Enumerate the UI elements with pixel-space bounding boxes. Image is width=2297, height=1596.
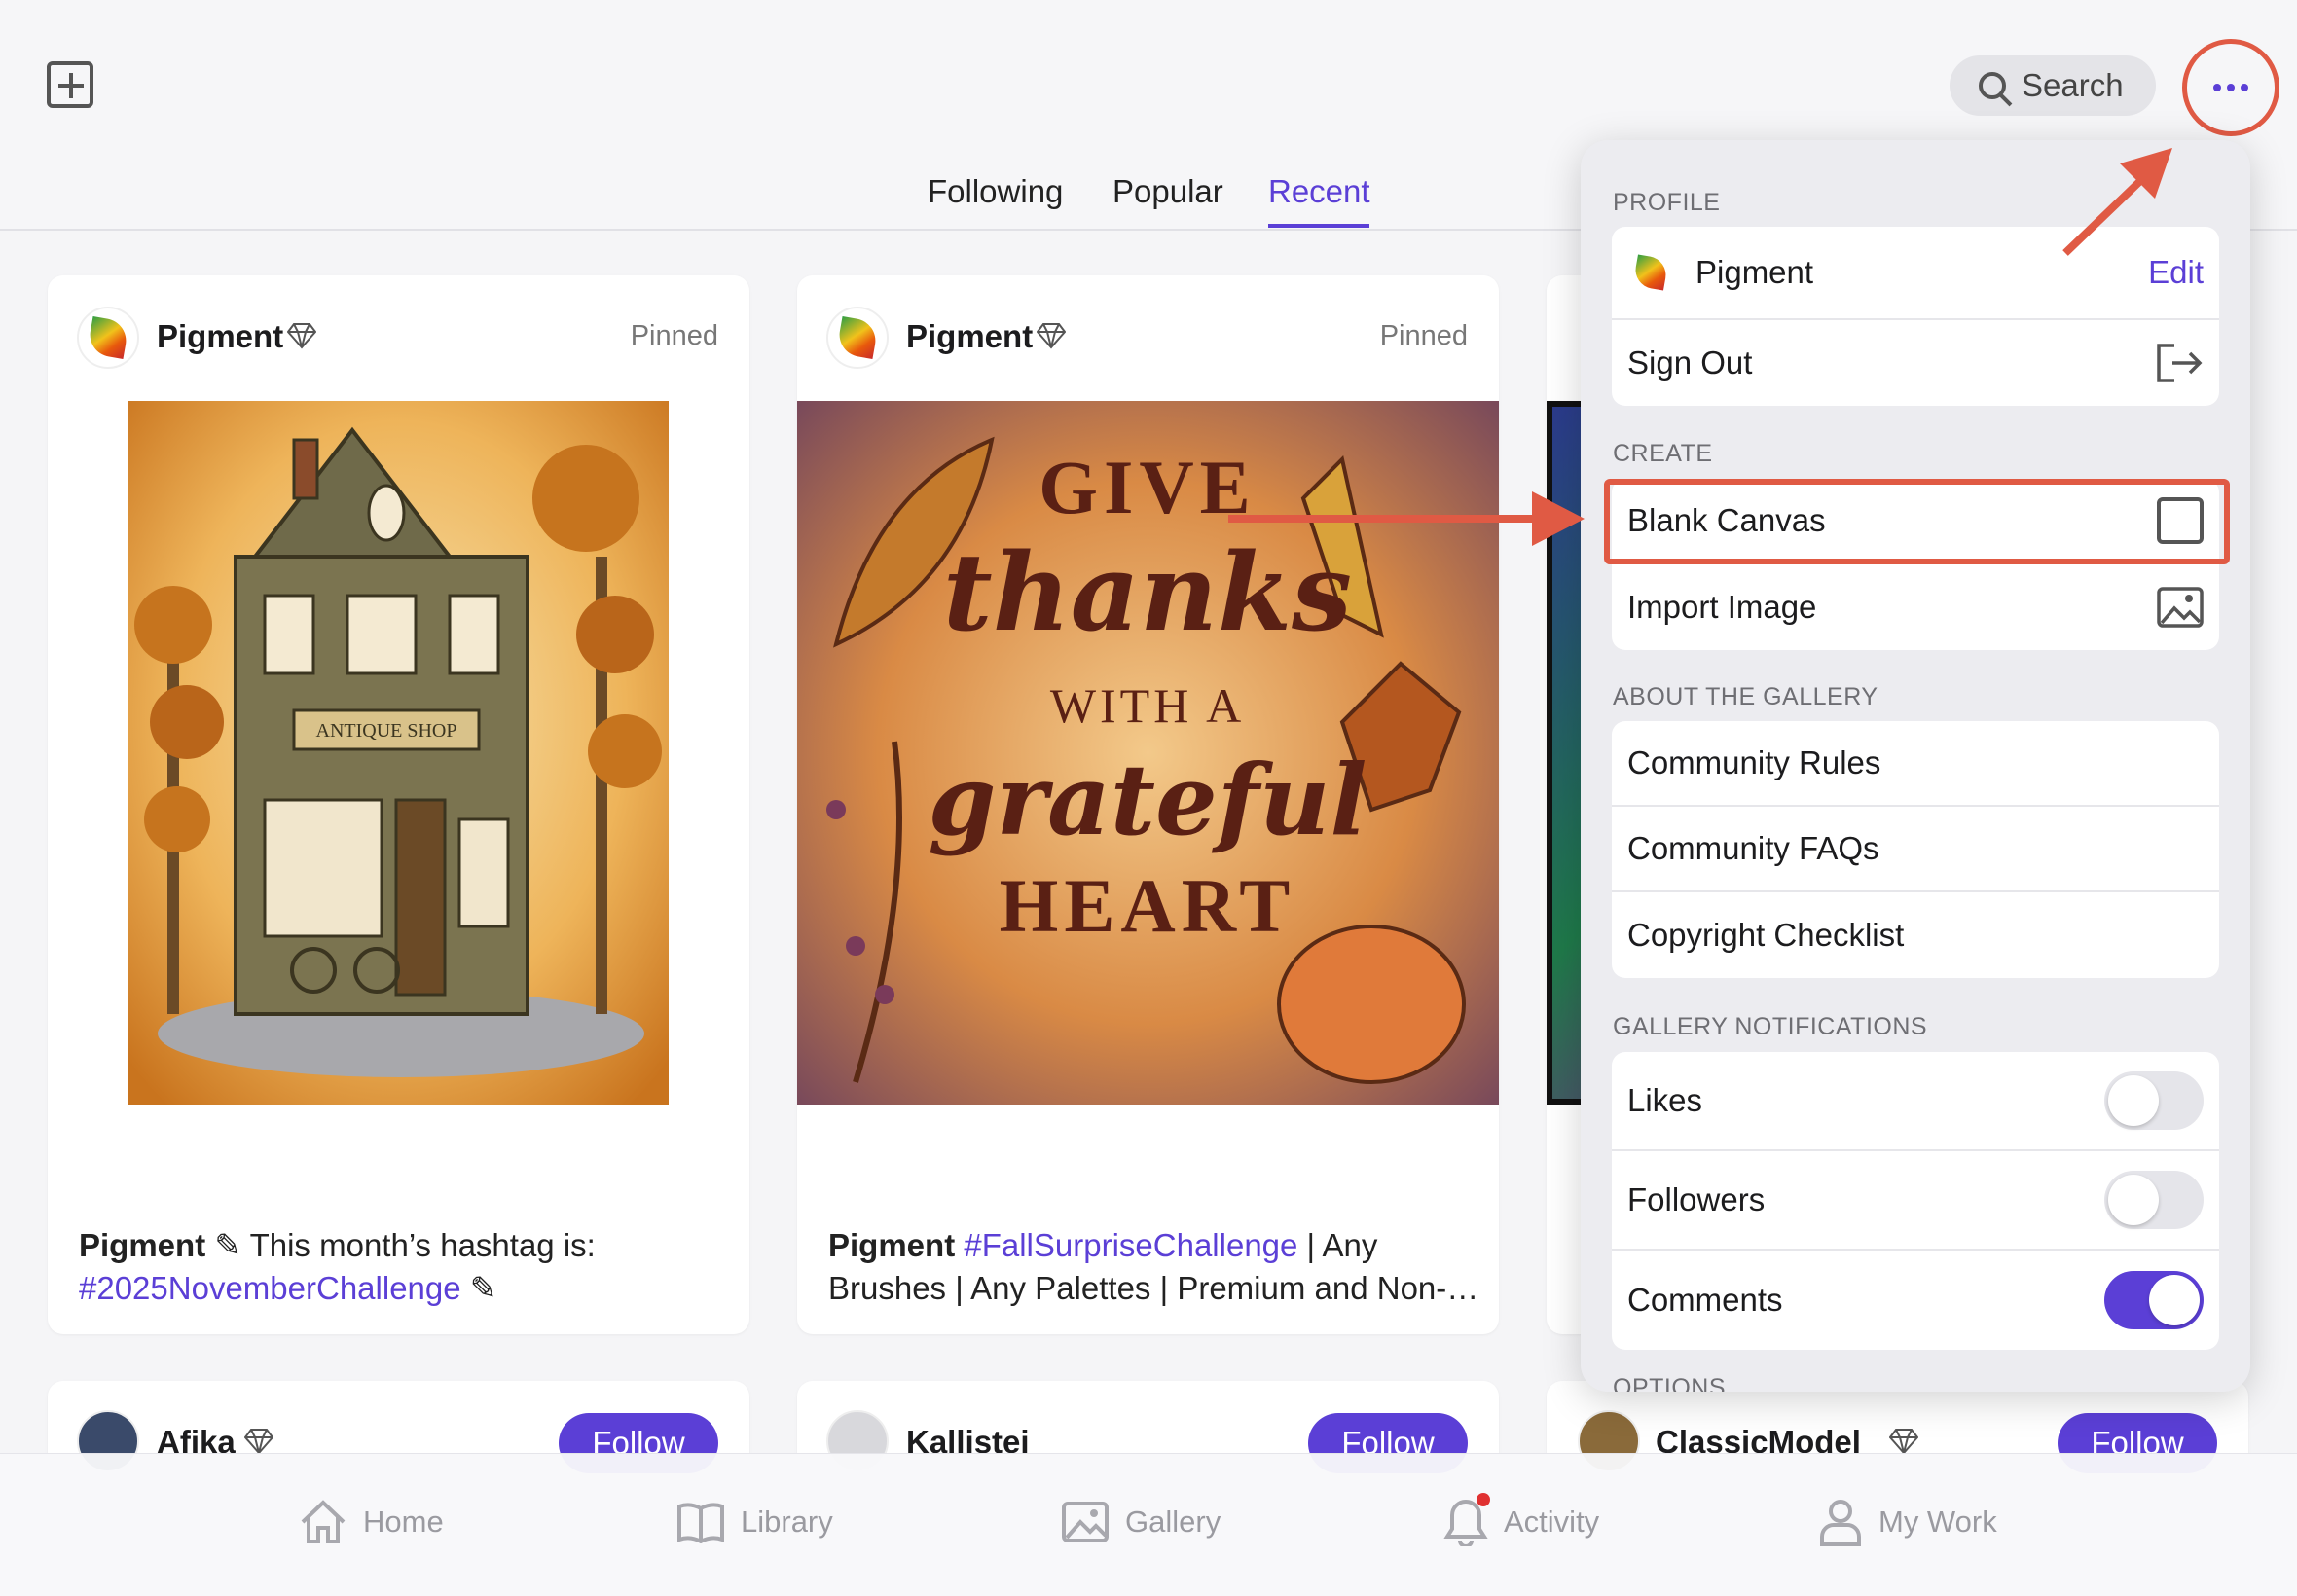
avatar[interactable] bbox=[77, 307, 139, 369]
tab-library[interactable]: Library bbox=[676, 1493, 833, 1551]
comments-label: Comments bbox=[1627, 1282, 1783, 1318]
about-group: Community Rules Community FAQs Copyright… bbox=[1612, 721, 2219, 978]
edit-profile-link[interactable]: Edit bbox=[2148, 254, 2204, 291]
art-text-give: GIVE bbox=[1039, 445, 1256, 529]
followers-label: Followers bbox=[1627, 1181, 1766, 1217]
sign-out-icon bbox=[2157, 344, 2203, 382]
profile-group: Pigment Edit Sign Out bbox=[1612, 227, 2219, 406]
community-rules-label: Community Rules bbox=[1627, 744, 1881, 780]
comments-notification-row: Comments bbox=[1612, 1251, 2219, 1350]
profile-row[interactable]: Pigment Edit bbox=[1612, 227, 2219, 320]
post-card[interactable]: Pigment Pinned ANTIQUE SHOP 195 bbox=[48, 275, 749, 1334]
followers-toggle[interactable] bbox=[2104, 1171, 2204, 1229]
search-button[interactable]: Search bbox=[1950, 55, 2156, 116]
import-image-row[interactable]: Import Image bbox=[1612, 564, 2219, 650]
art-text-grateful: grateful bbox=[929, 743, 1367, 857]
post-caption: Pigment #FallSurpriseChallenge | Any Bru… bbox=[828, 1224, 1490, 1310]
caption-username[interactable]: Pigment bbox=[79, 1227, 205, 1263]
comments-toggle[interactable] bbox=[2104, 1271, 2204, 1329]
post-caption: Pigment ✎ This month’s hashtag is: #2025… bbox=[79, 1227, 596, 1306]
tab-following[interactable]: Following bbox=[928, 173, 1063, 210]
pinned-label: Pinned bbox=[630, 320, 718, 351]
pigment-logo-icon bbox=[86, 315, 130, 360]
sign-out-label: Sign Out bbox=[1627, 345, 1753, 381]
art-sign-text: ANTIQUE SHOP bbox=[316, 720, 457, 742]
tab-label: Home bbox=[363, 1505, 444, 1539]
tab-gallery[interactable]: Gallery bbox=[1061, 1493, 1221, 1551]
copyright-checklist-row[interactable]: Copyright Checklist bbox=[1612, 892, 2219, 978]
section-title-create: CREATE bbox=[1613, 440, 1713, 467]
likes-notification-row: Likes bbox=[1612, 1052, 2219, 1151]
search-label: Search bbox=[2022, 67, 2124, 103]
tab-active-indicator bbox=[1268, 224, 1369, 228]
tab-label: My Work bbox=[1878, 1505, 1997, 1539]
image-icon bbox=[1062, 1502, 1109, 1542]
tab-label: Library bbox=[741, 1505, 833, 1539]
post-username[interactable]: Pigment bbox=[906, 318, 1033, 355]
caption-text: This month’s hashtag is: bbox=[241, 1227, 596, 1263]
pigment-logo-icon bbox=[1627, 249, 1674, 296]
ellipsis-icon bbox=[2213, 84, 2221, 91]
add-icon[interactable] bbox=[47, 61, 93, 108]
import-image-label: Import Image bbox=[1627, 589, 1817, 625]
bottom-tab-bar: Home Library Gallery Activity My Work bbox=[0, 1453, 2297, 1596]
hashtag-link[interactable]: #2025NovemberChallenge bbox=[79, 1270, 461, 1306]
diamond-icon bbox=[1889, 1429, 1918, 1455]
more-options-button[interactable] bbox=[2182, 39, 2279, 136]
caption-username[interactable]: Pigment bbox=[828, 1227, 955, 1263]
hashtag-link[interactable]: #FallSurpriseChallenge bbox=[964, 1227, 1297, 1263]
diamond-icon bbox=[244, 1429, 273, 1455]
avatar[interactable] bbox=[826, 307, 889, 369]
sign-out-row[interactable]: Sign Out bbox=[1612, 320, 2219, 406]
section-title-about: ABOUT THE GALLERY bbox=[1613, 683, 1878, 710]
notifications-group: Likes Followers Comments bbox=[1612, 1052, 2219, 1350]
post-header: Pigment Pinned bbox=[797, 275, 1499, 398]
pinned-label: Pinned bbox=[1379, 320, 1468, 351]
pigment-logo-icon bbox=[835, 315, 880, 360]
post-header: Pigment Pinned bbox=[48, 275, 749, 398]
followers-notification-row: Followers bbox=[1612, 1151, 2219, 1251]
post-artwork[interactable]: ANTIQUE SHOP bbox=[128, 401, 669, 1105]
post-artwork[interactable]: GIVE thanks WITH A grateful HEART bbox=[797, 401, 1499, 1105]
section-title-options: OPTIONS bbox=[1613, 1374, 1727, 1392]
section-title-notifications: GALLERY NOTIFICATIONS bbox=[1613, 1013, 1928, 1040]
post-username[interactable]: Pigment bbox=[157, 318, 283, 355]
copyright-checklist-label: Copyright Checklist bbox=[1627, 917, 1905, 953]
diamond-icon bbox=[1037, 323, 1066, 349]
likes-toggle[interactable] bbox=[2104, 1071, 2204, 1130]
notification-dot bbox=[1477, 1493, 1490, 1506]
tab-my-work[interactable]: My Work bbox=[1818, 1493, 1997, 1551]
art-text-with-a: WITH A bbox=[1050, 678, 1245, 733]
import-image-icon bbox=[2157, 587, 2204, 628]
community-rules-row[interactable]: Community Rules bbox=[1612, 721, 2219, 807]
tab-label: Activity bbox=[1504, 1505, 1600, 1539]
community-faqs-row[interactable]: Community FAQs bbox=[1612, 807, 2219, 892]
person-icon bbox=[1820, 1500, 1861, 1546]
post-card[interactable]: Pigment Pinned GIVE thanks WITH A gratef… bbox=[797, 275, 1499, 1334]
community-faqs-label: Community FAQs bbox=[1627, 830, 1879, 866]
profile-name: Pigment bbox=[1695, 254, 1814, 290]
tab-label: Gallery bbox=[1125, 1505, 1221, 1539]
diamond-icon bbox=[287, 323, 316, 349]
search-icon bbox=[1979, 72, 2006, 99]
tab-recent[interactable]: Recent bbox=[1268, 173, 1370, 210]
tab-activity[interactable]: Activity bbox=[1443, 1493, 1599, 1551]
book-icon bbox=[677, 1503, 724, 1543]
options-popover-menu: PROFILE Pigment Edit Sign Out CREATE Bla… bbox=[1581, 140, 2250, 1392]
likes-label: Likes bbox=[1627, 1082, 1703, 1118]
home-icon bbox=[301, 1500, 346, 1543]
annotation-highlight-box bbox=[1604, 479, 2230, 564]
art-text-thanks: thanks bbox=[943, 529, 1352, 655]
art-text-heart: HEART bbox=[1000, 863, 1296, 948]
tab-home[interactable]: Home bbox=[299, 1493, 444, 1551]
tab-popular[interactable]: Popular bbox=[1112, 173, 1223, 210]
section-title-profile: PROFILE bbox=[1613, 189, 1721, 216]
